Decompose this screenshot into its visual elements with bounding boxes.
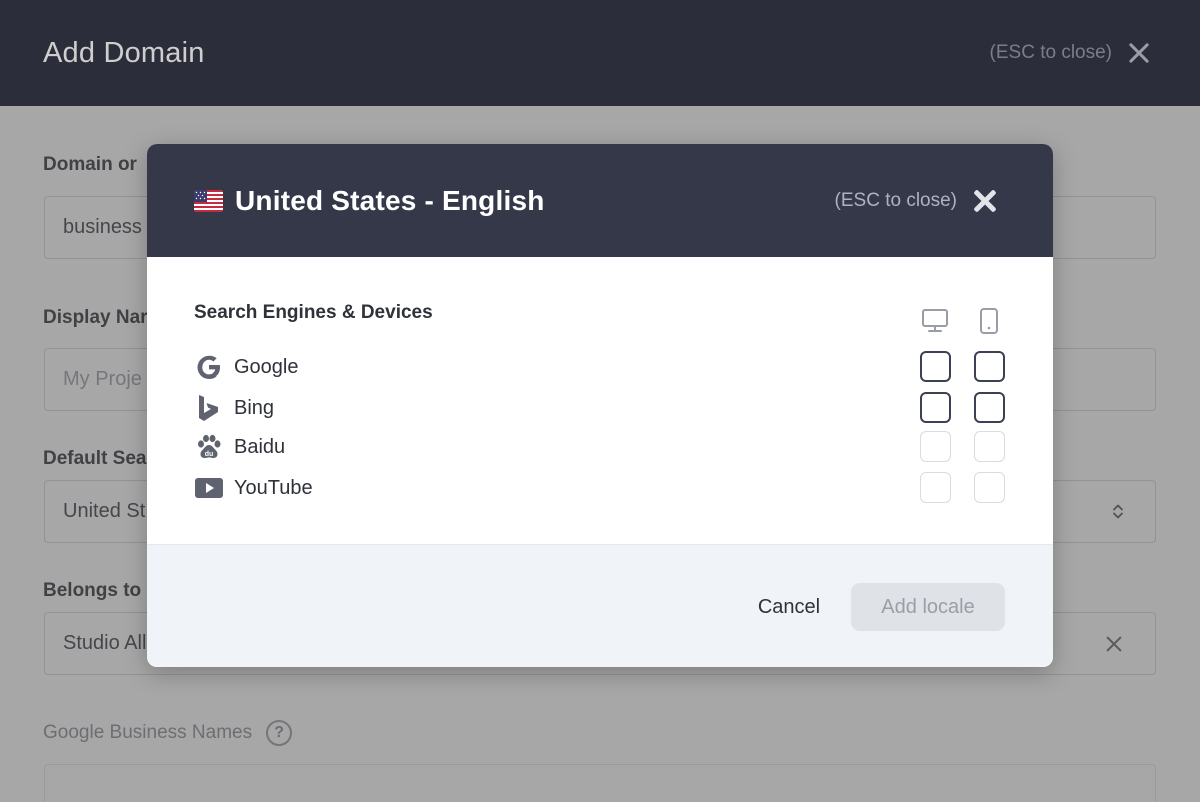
youtube-desktop-checkbox xyxy=(920,472,951,503)
modal-body: Search Engines & Devices Google Bing du … xyxy=(147,257,1053,545)
modal-close-area: (ESC to close) xyxy=(835,189,997,213)
baidu-desktop-checkbox xyxy=(920,431,951,462)
modal-close-icon[interactable] xyxy=(973,189,997,213)
svg-text:du: du xyxy=(205,451,214,458)
engine-label-google: Google xyxy=(234,355,299,378)
modal-header: United States - English (ESC to close) xyxy=(147,144,1053,257)
google-mobile-checkbox[interactable] xyxy=(974,351,1005,382)
mobile-icon xyxy=(979,307,999,340)
engine-row-baidu: du Baidu xyxy=(194,431,285,463)
modal-esc-hint: (ESC to close) xyxy=(834,189,957,211)
add-locale-button[interactable]: Add locale xyxy=(851,583,1005,631)
engine-row-google: Google xyxy=(194,351,299,383)
add-locale-modal: United States - English (ESC to close) S… xyxy=(147,144,1053,667)
bing-icon xyxy=(194,393,224,423)
engine-row-bing: Bing xyxy=(194,392,274,424)
google-desktop-checkbox[interactable] xyxy=(920,351,951,382)
baidu-mobile-checkbox xyxy=(974,431,1005,462)
youtube-mobile-checkbox xyxy=(974,472,1005,503)
desktop-icon xyxy=(921,308,949,339)
cancel-button[interactable]: Cancel xyxy=(745,585,833,629)
bing-desktop-checkbox[interactable] xyxy=(920,392,951,423)
modal-footer: Cancel Add locale xyxy=(147,545,1053,667)
baidu-icon: du xyxy=(194,432,224,462)
section-title: Search Engines & Devices xyxy=(194,302,433,323)
header-dim-overlay xyxy=(0,0,1200,106)
us-flag-icon xyxy=(194,189,223,212)
engine-row-youtube: YouTube xyxy=(194,472,313,504)
google-icon xyxy=(194,352,224,382)
modal-title-wrap: United States - English xyxy=(194,185,545,217)
bing-mobile-checkbox[interactable] xyxy=(974,392,1005,423)
engine-label-bing: Bing xyxy=(234,396,275,419)
engine-label-baidu: Baidu xyxy=(234,435,286,458)
youtube-icon xyxy=(194,473,224,503)
modal-title: United States - English xyxy=(235,184,545,216)
engine-label-youtube: YouTube xyxy=(234,476,313,499)
